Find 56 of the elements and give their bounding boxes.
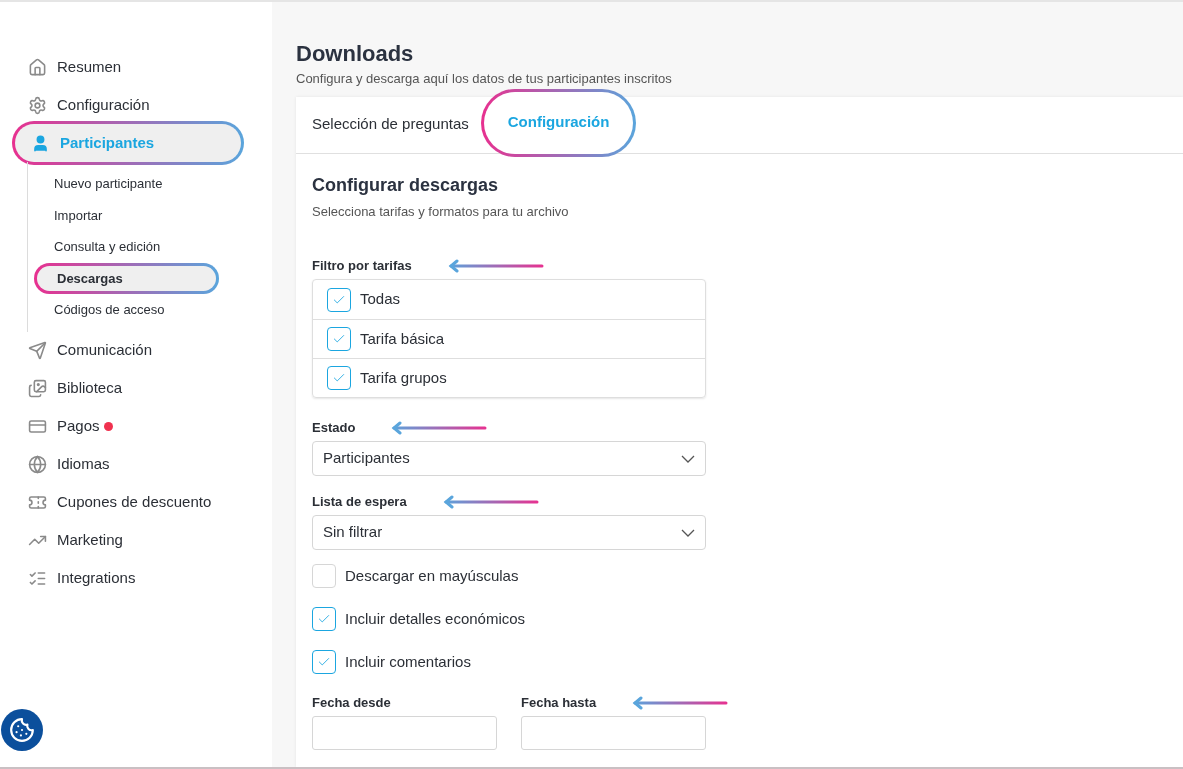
cookie-button[interactable] — [1, 709, 43, 751]
submenu-item[interactable]: Códigos de acceso — [34, 294, 219, 326]
menu-icon — [28, 417, 47, 436]
cookie-icon — [9, 717, 35, 743]
checkbox[interactable] — [327, 366, 351, 390]
menu-icon — [28, 95, 47, 115]
menu-icon — [28, 493, 47, 512]
checkbox-label: Tarifa básica — [360, 328, 445, 349]
sidebar-item[interactable]: Configuración — [12, 86, 244, 124]
sidebar-item[interactable]: Integrations — [12, 559, 244, 598]
checkbox[interactable] — [312, 564, 336, 588]
section-title: Configurar descargas — [312, 173, 500, 197]
submenu-item[interactable]: Importar — [34, 199, 219, 231]
checkbox-label: Descargar en mayúsculas — [345, 565, 519, 586]
check-icon — [317, 655, 331, 669]
section-subtitle: Selecciona tarifas y formatos para tu archivo — [312, 202, 570, 221]
menu-icon — [28, 379, 47, 398]
field-label: Filtro por tarifas — [312, 257, 412, 276]
sidebar-item[interactable]: Pagos — [12, 407, 244, 446]
page-title: Downloads — [296, 40, 415, 68]
menu-icon — [31, 133, 50, 153]
sidebar-item[interactable]: Comunicación — [12, 331, 244, 370]
date-field[interactable] — [521, 716, 706, 750]
sidebar-item[interactable]: Marketing — [12, 521, 244, 560]
menu-icon — [28, 455, 47, 474]
checkbox[interactable] — [327, 327, 351, 351]
check-icon — [332, 371, 346, 385]
dropdown[interactable]: Sin filtrar — [312, 515, 706, 550]
chevron-down-icon — [681, 454, 695, 463]
menu-icon — [28, 569, 47, 588]
checkbox[interactable] — [312, 650, 336, 674]
field-label: Fecha desde — [312, 694, 391, 713]
checkbox[interactable] — [312, 607, 336, 631]
checkbox-label: Todas — [360, 289, 401, 310]
field-label: Fecha hasta — [521, 694, 597, 713]
checkbox-label: Incluir detalles económicos — [345, 608, 526, 629]
sidebar-item[interactable]: Cupones de descuento — [12, 483, 244, 522]
check-icon — [317, 612, 331, 626]
checkbox[interactable] — [327, 287, 351, 312]
submenu-item[interactable]: Consulta y edición — [34, 231, 219, 263]
sidebar-item[interactable]: Biblioteca — [12, 369, 244, 408]
checkbox-label: Incluir comentarios — [345, 651, 471, 672]
field-label: Lista de espera — [312, 493, 407, 512]
tab[interactable]: Selección de preguntas — [312, 95, 475, 153]
checkbox-label: Tarifa grupos — [360, 367, 447, 388]
dropdown[interactable]: Participantes — [312, 441, 706, 476]
date-field[interactable] — [312, 716, 497, 750]
field-label: Estado — [312, 419, 356, 438]
check-icon — [332, 332, 346, 346]
sidebar-item[interactable]: Idiomas — [12, 445, 244, 484]
menu-icon — [28, 341, 47, 360]
page-subtitle: Configura y descarga aquí los datos de tus participantes inscritos — [296, 70, 673, 88]
submenu-item[interactable]: Nuevo participante — [34, 168, 219, 200]
sidebar-item[interactable]: Resumen — [12, 48, 244, 86]
menu-icon — [28, 57, 47, 77]
chevron-down-icon — [681, 528, 695, 537]
